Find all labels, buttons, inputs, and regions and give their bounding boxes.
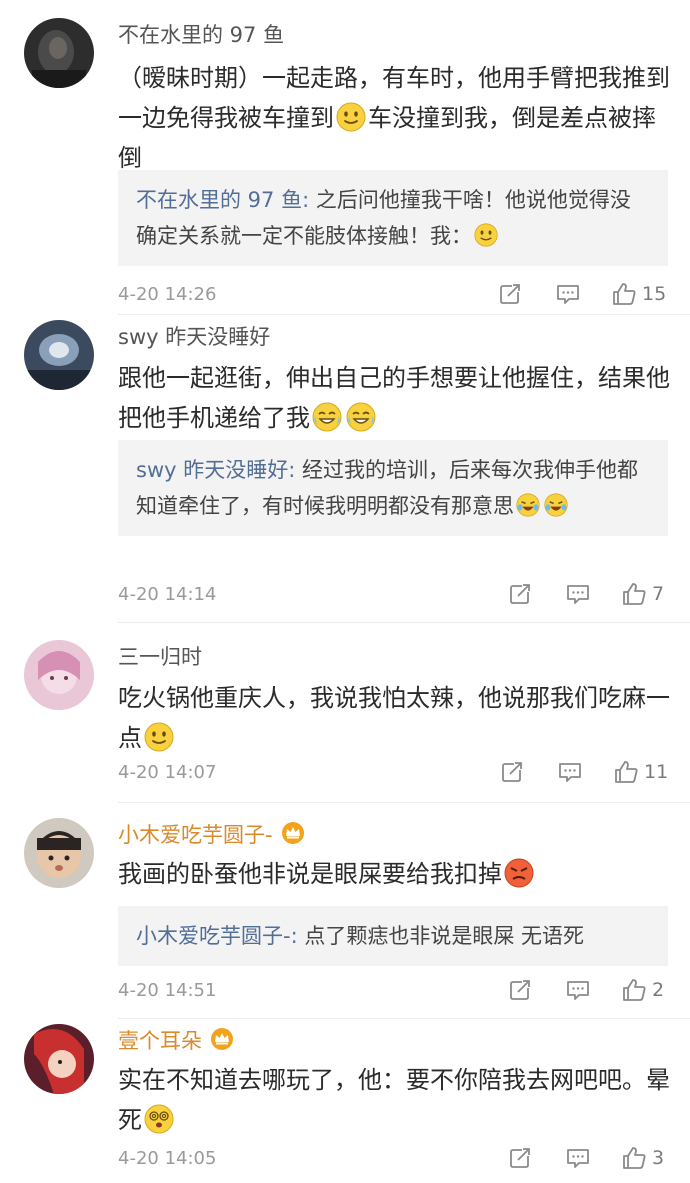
- reply-box[interactable]: 小木爱吃芋圆子-: 点了颗痣也非说是眼屎 无语死: [118, 906, 668, 966]
- reply-username[interactable]: 不在水里的 97 鱼: [136, 188, 302, 212]
- like-icon: [613, 283, 636, 305]
- smile-emoji: [474, 223, 498, 247]
- comment-text: 吃火锅他重庆人，我说我怕太辣，他说那我们吃麻一点: [118, 684, 670, 752]
- comment-username[interactable]: swy 昨天没睡好: [118, 322, 270, 352]
- like-count: 7: [652, 583, 665, 605]
- comment-text: 跟他一起逛街，伸出自己的手想要让他握住，结果他把他手机递给了我: [118, 364, 670, 432]
- like-icon: [623, 979, 646, 1001]
- like-count: 15: [642, 283, 667, 305]
- avatar[interactable]: [24, 18, 94, 88]
- angry-emoji: [504, 858, 534, 888]
- timestamp: 4-20 14:07: [118, 762, 217, 783]
- like-button[interactable]: 11: [614, 760, 668, 784]
- like-button[interactable]: 7: [622, 582, 664, 606]
- timestamp: 4-20 14:05: [118, 1148, 217, 1169]
- smile-emoji: [144, 722, 174, 752]
- like-button[interactable]: 3: [622, 1146, 664, 1170]
- repost-icon[interactable]: [508, 1146, 532, 1170]
- reply-username[interactable]: swy 昨天没睡好: [136, 458, 288, 482]
- like-icon: [615, 761, 638, 783]
- repost-icon[interactable]: [500, 760, 524, 784]
- reply-text: 点了颗痣也非说是眼屎 无语死: [304, 924, 585, 948]
- grin-tears-emoji: [312, 402, 342, 432]
- laugh-cry-emoji: [516, 493, 540, 517]
- like-count: 2: [652, 979, 665, 1001]
- divider: [118, 622, 690, 623]
- comment-username[interactable]: 小木爱吃芋圆子-: [118, 820, 305, 850]
- grin-tears-emoji: [346, 402, 376, 432]
- repost-icon[interactable]: [498, 282, 522, 306]
- avatar[interactable]: [24, 818, 94, 888]
- like-icon: [623, 1147, 646, 1169]
- comment-username[interactable]: 不在水里的 97 鱼: [118, 20, 284, 50]
- comment-meta: 4-20 14:05 3: [118, 1144, 668, 1174]
- repost-icon[interactable]: [508, 978, 532, 1002]
- timestamp: 4-20 14:14: [118, 584, 217, 605]
- laugh-cry-emoji: [544, 493, 568, 517]
- divider: [118, 314, 690, 315]
- avatar[interactable]: [24, 640, 94, 710]
- smile-emoji: [336, 102, 366, 132]
- timestamp: 4-20 14:51: [118, 980, 217, 1001]
- comment-icon[interactable]: [556, 282, 580, 306]
- like-icon: [623, 583, 646, 605]
- crown-icon: [211, 1028, 233, 1050]
- like-button[interactable]: 15: [612, 282, 666, 306]
- avatar[interactable]: [24, 320, 94, 390]
- comment-icon[interactable]: [558, 760, 582, 784]
- comment-meta: 4-20 14:07 11: [118, 758, 668, 788]
- dizzy-emoji: [144, 1104, 174, 1134]
- comment-icon[interactable]: [566, 978, 590, 1002]
- crown-icon: [281, 822, 304, 844]
- reply-box[interactable]: swy 昨天没睡好: 经过我的培训，后来每次我伸手他都知道牵住了，有时候我明明都…: [118, 440, 668, 536]
- comment-text: （暧昧时期）一起走路，有车时，他用手臂把我推到一边免得我被车撞到 车没撞到我，倒是…: [118, 64, 670, 172]
- comment-username[interactable]: 三一归时: [118, 642, 202, 672]
- avatar[interactable]: [24, 1024, 94, 1094]
- comment-username[interactable]: 壹个耳朵: [118, 1026, 234, 1056]
- divider: [118, 1018, 690, 1019]
- like-count: 3: [652, 1147, 665, 1169]
- like-count: 11: [644, 761, 669, 783]
- comment-text: 我画的卧蚕他非说是眼屎要给我扣掉: [118, 854, 674, 894]
- divider: [118, 802, 690, 803]
- comment-meta: 4-20 14:51 2: [118, 976, 668, 1006]
- comment-icon[interactable]: [566, 582, 590, 606]
- reply-box[interactable]: 不在水里的 97 鱼: 之后问他撞我干啥！他说他觉得没确定关系就一定不能肢体接触…: [118, 170, 668, 266]
- repost-icon[interactable]: [508, 582, 532, 606]
- comment-meta: 4-20 14:14 7: [118, 580, 668, 610]
- comment-meta: 4-20 14:26 15: [118, 280, 668, 310]
- comment-icon[interactable]: [566, 1146, 590, 1170]
- timestamp: 4-20 14:26: [118, 284, 217, 305]
- comment-text: 实在不知道去哪玩了，他：要不你陪我去网吧吧。晕死: [118, 1066, 670, 1134]
- reply-username[interactable]: 小木爱吃芋圆子-: [136, 924, 291, 948]
- like-button[interactable]: 2: [622, 978, 664, 1002]
